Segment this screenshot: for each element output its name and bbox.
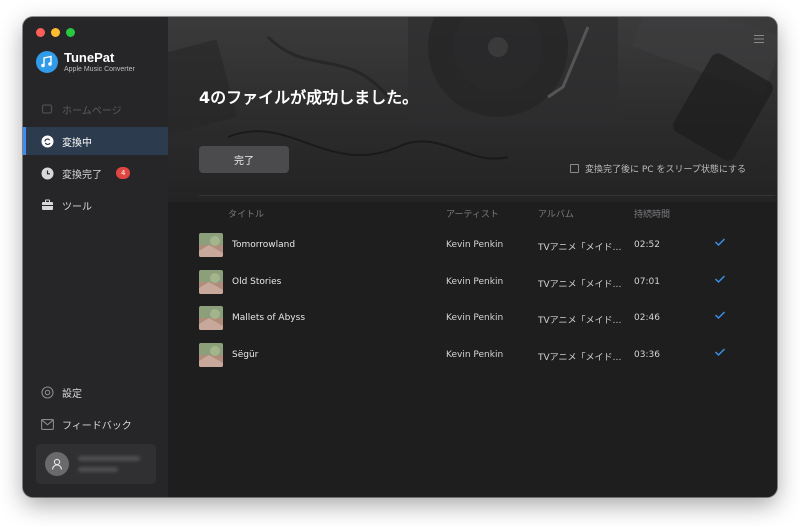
track-album: TVアニメ「メイド…	[538, 280, 622, 290]
column-header-duration[interactable]: 持続時間	[634, 207, 670, 220]
table-header: タイトル アーティスト アルバム 持続時間	[168, 207, 777, 221]
table-row[interactable]: Mallets of Abyss Kevin Penkin TVアニメ「メイド……	[168, 302, 777, 338]
sidebar-item-converting[interactable]: 変換中	[23, 127, 168, 155]
checkmark-icon	[714, 274, 726, 287]
track-duration: 03:36	[634, 350, 660, 360]
album-art-thumbnail	[199, 270, 223, 294]
page-title: 4のファイルが成功しました。	[199, 88, 419, 107]
minimize-window-button[interactable]	[51, 28, 60, 37]
account-email-redacted	[78, 467, 118, 472]
app-window: TunePat Apple Music Converter ホームページ 変換中	[23, 17, 777, 497]
app-subtitle: Apple Music Converter	[64, 66, 135, 73]
track-duration: 02:52	[634, 240, 660, 250]
table-row[interactable]: Old Stories Kevin Penkin TVアニメ「メイド… 07:0…	[168, 266, 777, 302]
sidebar-item-settings[interactable]: 設定	[23, 378, 168, 406]
checkmark-icon	[714, 310, 726, 323]
table-row[interactable]: Tomorrowland Kevin Penkin TVアニメ「メイド… 02:…	[168, 229, 777, 265]
checkmark-icon	[714, 237, 726, 250]
sleep-checkbox[interactable]	[570, 164, 580, 173]
sidebar-item-converted[interactable]: 変換完了 4	[23, 159, 168, 187]
gear-icon	[40, 385, 54, 399]
sidebar-item-label: 設定	[62, 388, 82, 400]
brand: TunePat Apple Music Converter	[36, 51, 135, 73]
table-row[interactable]: Sëgür Kevin Penkin TVアニメ「メイド… 03:36	[168, 339, 777, 375]
sidebar-item-label: フィードバック	[62, 420, 132, 432]
app-logo-icon	[36, 51, 58, 73]
clock-icon	[40, 166, 54, 180]
zoom-window-button[interactable]	[66, 28, 75, 37]
header-banner: 4のファイルが成功しました。 完了 変換完了後に PC をスリープ状態にする	[168, 17, 777, 202]
track-duration: 02:46	[634, 313, 660, 323]
sleep-option[interactable]: 変換完了後に PC をスリープ状態にする	[570, 162, 746, 175]
sidebar-item-label: 変換中	[62, 137, 92, 149]
toolbox-icon	[40, 198, 54, 212]
converting-icon	[40, 134, 54, 148]
app-name: TunePat	[64, 50, 115, 65]
track-duration: 07:01	[634, 277, 660, 287]
avatar	[45, 452, 69, 476]
home-icon	[40, 102, 54, 116]
checkmark-icon	[714, 347, 726, 360]
menu-icon[interactable]	[754, 28, 764, 47]
sidebar-item-home[interactable]: ホームページ	[23, 95, 168, 123]
sidebar-item-label: ツール	[62, 201, 92, 213]
track-album: TVアニメ「メイド…	[538, 353, 622, 363]
track-title: Tomorrowland	[232, 240, 296, 250]
album-art-thumbnail	[199, 343, 223, 367]
sidebar-item-label: ホームページ	[62, 105, 122, 117]
sidebar-item-label: 変換完了	[62, 169, 102, 181]
track-album: TVアニメ「メイド…	[538, 243, 622, 253]
account-name-redacted	[78, 456, 140, 461]
divider	[199, 195, 775, 196]
window-controls	[36, 28, 75, 37]
sidebar-item-tools[interactable]: ツール	[23, 191, 168, 219]
track-title: Sëgür	[232, 350, 259, 360]
track-artist: Kevin Penkin	[446, 350, 504, 360]
user-icon	[51, 458, 63, 470]
column-header-artist[interactable]: アーティスト	[446, 207, 499, 220]
track-title: Mallets of Abyss	[232, 313, 306, 323]
track-album: TVアニメ「メイド…	[538, 316, 622, 326]
converted-count-badge: 4	[116, 167, 131, 179]
sidebar: TunePat Apple Music Converter ホームページ 変換中	[23, 17, 168, 497]
album-art-thumbnail	[199, 306, 223, 330]
done-button[interactable]: 完了	[199, 146, 289, 173]
track-artist: Kevin Penkin	[446, 277, 504, 287]
close-window-button[interactable]	[36, 28, 45, 37]
track-artist: Kevin Penkin	[446, 240, 504, 250]
main-panel: 4のファイルが成功しました。 完了 変換完了後に PC をスリープ状態にする タ…	[168, 17, 777, 497]
album-art-thumbnail	[199, 233, 223, 257]
track-artist: Kevin Penkin	[446, 313, 504, 323]
sleep-option-label: 変換完了後に PC をスリープ状態にする	[585, 165, 746, 175]
column-header-title[interactable]: タイトル	[228, 207, 264, 220]
track-title: Old Stories	[232, 277, 282, 287]
sidebar-item-feedback[interactable]: フィードバック	[23, 410, 168, 438]
account-card[interactable]	[36, 444, 156, 484]
column-header-album[interactable]: アルバム	[538, 207, 574, 220]
mail-icon	[40, 417, 54, 431]
